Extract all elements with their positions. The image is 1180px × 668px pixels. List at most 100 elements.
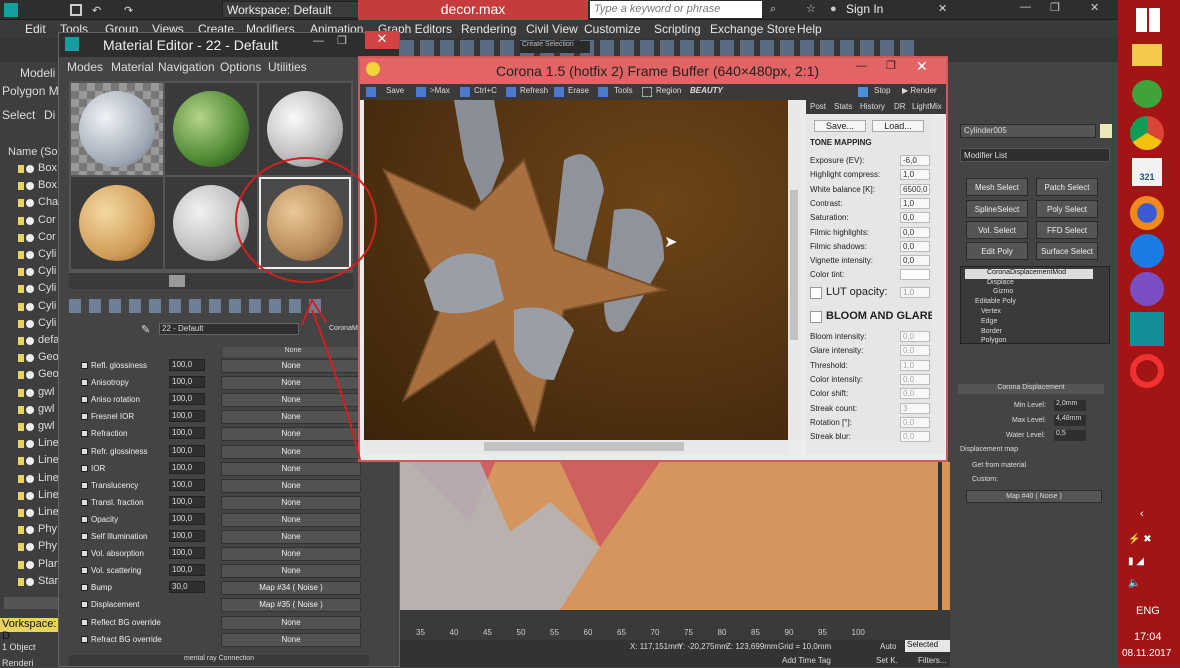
scene-object-item[interactable]: Cha — [38, 196, 58, 208]
stop-button[interactable]: Stop — [874, 86, 890, 95]
object-freeze-icon[interactable] — [18, 251, 24, 259]
windows-start-icon[interactable] — [1136, 8, 1160, 32]
channel-dropdown[interactable]: BEAUTY — [690, 86, 723, 95]
search-icon[interactable]: ⌕ — [770, 3, 776, 16]
object-visibility-icon[interactable] — [26, 268, 34, 277]
param-map-button[interactable]: None — [221, 512, 361, 527]
volume-icon[interactable]: 🔈 — [1128, 578, 1140, 589]
scene-object-item[interactable]: Star — [38, 575, 58, 587]
object-visibility-icon[interactable] — [26, 182, 34, 191]
lut-checkbox[interactable] — [810, 287, 822, 299]
param-map-button[interactable]: Map #35 ( Noise ) — [221, 598, 361, 613]
object-freeze-icon[interactable] — [18, 268, 24, 277]
object-freeze-icon[interactable] — [18, 285, 24, 294]
object-freeze-icon[interactable] — [18, 337, 24, 345]
custom-map-button[interactable]: Map #40 ( Noise ) — [966, 490, 1102, 503]
perspective-viewport[interactable] — [400, 462, 950, 610]
param-checkbox[interactable] — [81, 618, 88, 626]
menu-exchange-store[interactable]: Exchange Store — [710, 22, 795, 36]
stack-item-vertex[interactable]: Vertex — [981, 308, 1001, 315]
name-column-header[interactable]: Name (Sor — [8, 146, 61, 158]
param-checkbox[interactable] — [81, 447, 88, 455]
surface-select-button[interactable]: Surface Select — [1036, 242, 1098, 260]
param-checkbox[interactable] — [81, 498, 88, 506]
mesh-select-button[interactable]: Mesh Select — [966, 178, 1028, 196]
object-visibility-icon[interactable] — [26, 337, 34, 345]
horizontal-scrollbar[interactable] — [4, 597, 58, 609]
rollout-corona-displacement[interactable]: Corona Displacement — [958, 384, 1104, 394]
modifier-list-dropdown[interactable]: Modifier List — [960, 148, 1110, 162]
object-freeze-icon[interactable] — [18, 371, 24, 380]
scene-object-item[interactable]: Cyli — [38, 265, 56, 277]
3dsmax-taskbar-icon[interactable] — [1130, 312, 1164, 346]
close-x-icon[interactable]: ✕ — [938, 2, 947, 15]
scene-object-item[interactable]: Line — [38, 506, 59, 518]
object-freeze-icon[interactable] — [18, 423, 24, 431]
time-ruler[interactable]: 35 40 45 50 55 60 65 70 75 80 85 90 95 100 — [400, 612, 950, 637]
tray-chevron-icon[interactable]: ‹ — [1140, 508, 1144, 520]
tab-history[interactable]: History — [860, 102, 885, 111]
timeline[interactable]: 35 40 45 50 55 60 65 70 75 80 85 90 95 100 — [400, 610, 950, 640]
param-checkbox[interactable] — [81, 396, 88, 404]
to-max-icon[interactable] — [416, 87, 426, 97]
object-visibility-icon[interactable] — [26, 474, 34, 483]
bloom-row-input[interactable]: 0,0 — [900, 373, 930, 385]
object-freeze-icon[interactable] — [18, 509, 24, 517]
copy-button[interactable]: Ctrl+C — [474, 86, 497, 95]
spline-select-button[interactable]: SplineSelect — [966, 200, 1028, 218]
render-image[interactable]: ➤ — [364, 100, 788, 440]
param-amount-input[interactable]: 100,0 — [169, 495, 205, 508]
lut-opacity-input[interactable]: 1,0 — [900, 287, 930, 298]
menu-utilities[interactable]: Utilities — [268, 60, 307, 74]
maximize-icon[interactable]: ❐ — [337, 34, 347, 47]
object-freeze-icon[interactable] — [18, 577, 24, 586]
ffd-select-button[interactable]: FFD Select — [1036, 221, 1098, 239]
object-visibility-icon[interactable] — [26, 354, 34, 363]
param-checkbox[interactable] — [81, 533, 88, 540]
scene-object-item[interactable]: Plan — [38, 558, 60, 570]
object-freeze-icon[interactable] — [18, 440, 24, 449]
param-amount-input[interactable]: 100,0 — [169, 478, 205, 491]
close-icon[interactable]: ✕ — [1090, 1, 1099, 14]
scene-object-item[interactable]: Cyli — [38, 282, 56, 294]
tools-button[interactable]: Tools — [614, 86, 633, 95]
scene-object-item[interactable]: Cor — [38, 231, 56, 243]
maximize-icon[interactable]: ❐ — [1050, 1, 1060, 14]
scene-object-item[interactable]: defa — [38, 334, 59, 346]
scene-object-item[interactable]: Cyli — [38, 248, 56, 260]
tab-post[interactable]: Post — [810, 102, 826, 111]
tone-row-input[interactable]: 1,0 — [900, 169, 930, 181]
media-player-icon[interactable]: 321 — [1132, 158, 1162, 186]
object-visibility-icon[interactable] — [26, 199, 34, 208]
minimize-icon[interactable]: — — [1020, 1, 1031, 13]
maximize-icon[interactable]: ❐ — [886, 59, 896, 72]
set-key-button[interactable]: Set K. — [876, 656, 898, 665]
save-button[interactable]: Save — [386, 86, 404, 95]
tab-modeling[interactable]: Modeli — [20, 66, 55, 80]
param-map-button[interactable]: None — [221, 478, 361, 493]
search-input[interactable]: Type a keyword or phrase — [590, 1, 762, 18]
load-preset-button[interactable]: Load... — [872, 120, 924, 132]
scene-object-item[interactable]: Cyli — [38, 300, 56, 312]
stack-item-edge[interactable]: Edge — [981, 318, 997, 325]
object-visibility-icon[interactable] — [26, 526, 34, 535]
param-checkbox[interactable] — [81, 584, 88, 592]
undo-icon[interactable]: ↶ — [92, 4, 101, 17]
stack-item-displace[interactable]: Displace — [987, 279, 1014, 286]
object-visibility-icon[interactable] — [26, 371, 34, 380]
bloom-row-input[interactable]: 0,0 — [900, 416, 930, 428]
flower-app-icon[interactable] — [1132, 80, 1162, 108]
param-map-button[interactable]: Map #34 ( Noise ) — [221, 581, 361, 596]
param-checkbox[interactable] — [81, 362, 88, 369]
menu-material[interactable]: Material — [111, 60, 154, 74]
param-checkbox[interactable] — [81, 464, 88, 472]
param-amount-input[interactable]: 100,0 — [169, 359, 205, 371]
tab-display[interactable]: Di — [44, 108, 55, 122]
tone-row-input[interactable]: 0,0 — [900, 240, 930, 252]
eyedropper-icon[interactable]: ✎ — [141, 323, 150, 336]
param-checkbox[interactable] — [81, 635, 88, 643]
bloom-row-input[interactable]: 0,0 — [900, 431, 930, 443]
tray-icons[interactable]: ⚡ ✖ — [1128, 534, 1152, 545]
coord-x[interactable]: X: 117,151mm — [630, 642, 681, 651]
object-freeze-icon[interactable] — [18, 388, 24, 397]
